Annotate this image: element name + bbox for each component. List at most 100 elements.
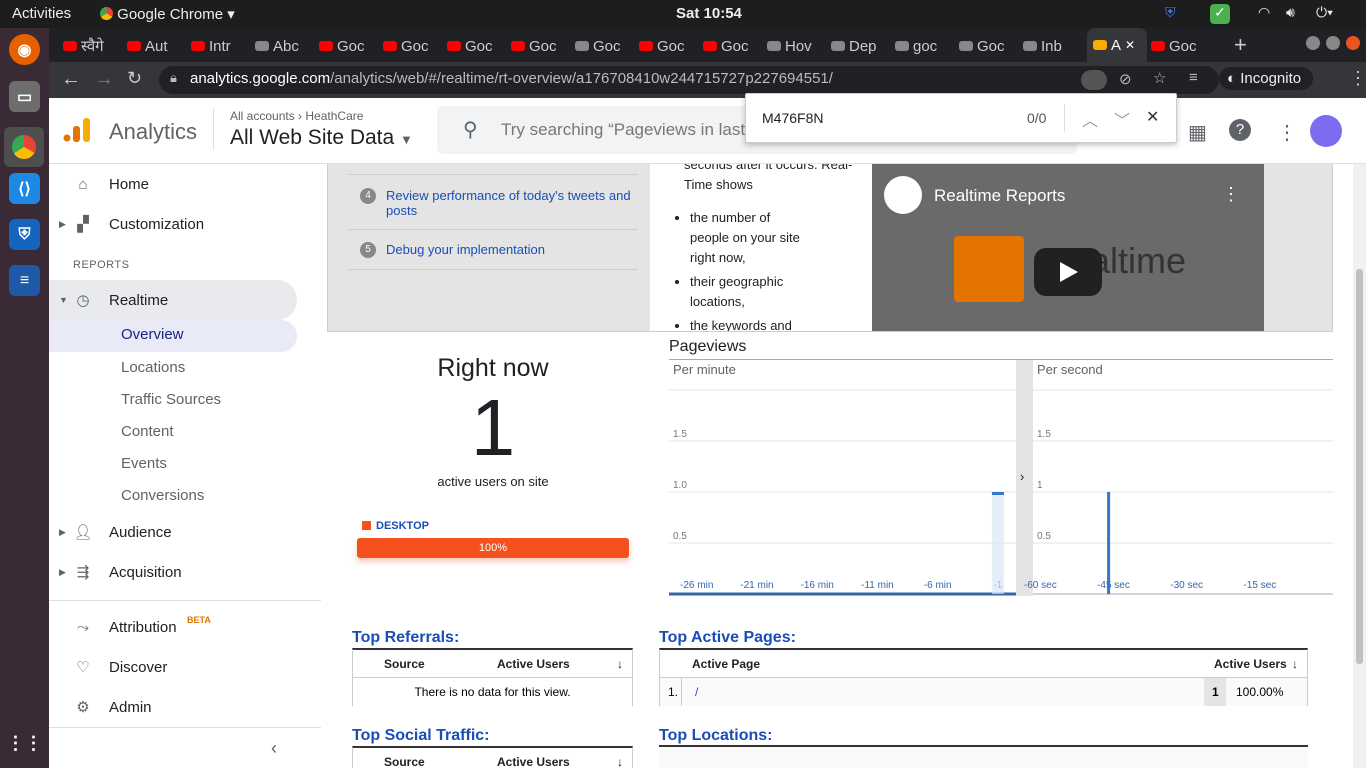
address-bar[interactable]: 🔒︎ analytics.google.com/analytics/web/#/… <box>159 66 1219 94</box>
back-icon[interactable]: ← <box>61 68 81 91</box>
sidebar-item-admin[interactable]: ⚙ Admin <box>49 687 297 727</box>
maximize-icon[interactable] <box>1326 36 1340 50</box>
menu-dots-icon[interactable]: ⋮ <box>1349 68 1366 89</box>
step-link[interactable]: Review performance of today's tweets and… <box>386 188 631 218</box>
sidebar-item-attribution[interactable]: ⤳ Attribution BETA <box>49 607 297 647</box>
browser-tab[interactable]: Inb <box>1023 34 1083 58</box>
writer-icon[interactable]: ≡ <box>9 265 40 296</box>
intro-step[interactable]: 5 Debug your implementation <box>348 242 638 270</box>
browser-tab[interactable]: Intr <box>191 34 251 58</box>
find-input[interactable]: M476F8N <box>762 110 823 126</box>
browser-tab[interactable]: A ✕ <box>1087 28 1147 62</box>
sidebar-item-home[interactable]: ⌂ Home <box>49 164 297 204</box>
sidebar-item-realtime[interactable]: ▼ ◷ Realtime <box>49 280 297 320</box>
clock[interactable]: Sat 10:54 <box>676 5 742 22</box>
browser-tab[interactable]: goc <box>895 34 955 58</box>
table-row[interactable]: 1. / 1 100.00% <box>660 678 1307 706</box>
breadcrumb-account[interactable]: HeathCare <box>305 109 363 123</box>
incognito-badge[interactable]: ◐ Incognito <box>1219 67 1314 90</box>
step-link[interactable]: Debug your implementation <box>386 242 545 257</box>
browser-tab[interactable]: Goc <box>703 34 763 58</box>
incognito-label: Incognito <box>1240 70 1302 87</box>
bookmark-star-icon[interactable]: ☆ <box>1153 69 1166 87</box>
reading-list-icon[interactable]: ≡ <box>1189 69 1198 86</box>
apps-grid-icon[interactable]: ▦ <box>1188 120 1207 145</box>
google-icon <box>831 41 845 51</box>
browser-tab[interactable]: Goc <box>575 34 635 58</box>
minimize-icon[interactable] <box>1306 36 1320 50</box>
find-close-icon[interactable]: ✕ <box>1146 107 1159 127</box>
sidebar-item-customization[interactable]: ▶ ▞ Customization <box>49 204 297 244</box>
power-menu-icon[interactable]: ⏻▾ <box>1316 4 1333 21</box>
col-source[interactable]: Source <box>384 657 425 671</box>
browser-tab[interactable]: Abc <box>255 34 315 58</box>
shield-icon[interactable]: ⛨ <box>1165 4 1176 21</box>
firefox-icon[interactable]: ◉ <box>9 34 40 65</box>
sidebar-subitem-overview[interactable]: Overview <box>49 320 297 352</box>
col-active-users[interactable]: Active Users <box>1214 657 1287 671</box>
video-player[interactable]: Realtime Reports ⋮ Realtime <box>872 164 1264 331</box>
bitwarden-icon[interactable]: ⛨ <box>9 219 40 250</box>
intro-step[interactable]: 4 Review performance of today's tweets a… <box>348 188 638 230</box>
row-page-link[interactable]: / <box>695 685 698 699</box>
browser-tab[interactable]: स्वैगे <box>63 34 123 58</box>
close-tab-icon[interactable]: ✕ <box>1125 38 1135 52</box>
browser-tab[interactable]: Goc <box>639 34 699 58</box>
browser-tab[interactable]: Goc <box>447 34 507 58</box>
find-next-icon[interactable]: ﹀ <box>1114 107 1130 131</box>
browser-tab[interactable]: Goc <box>1151 34 1211 58</box>
help-icon[interactable]: ? <box>1229 119 1251 141</box>
play-button[interactable] <box>1034 248 1102 296</box>
files-icon[interactable]: ▭ <box>9 81 40 112</box>
vscode-icon[interactable]: ⟨⟩ <box>9 173 40 204</box>
analytics-logo-icon[interactable] <box>63 116 91 144</box>
locations-map[interactable] <box>659 747 1308 768</box>
view-selector[interactable]: All Web Site Data ▼ <box>230 126 413 150</box>
browser-tab[interactable]: Goc <box>383 34 443 58</box>
sort-desc-icon[interactable]: ↓ <box>617 755 623 768</box>
avatar[interactable] <box>1310 115 1342 147</box>
sidebar-subitem-locations[interactable]: Locations <box>121 359 185 376</box>
find-icon[interactable] <box>1081 70 1107 90</box>
browser-tab[interactable]: Goc <box>959 34 1019 58</box>
video-title[interactable]: Realtime Reports <box>934 186 1065 206</box>
sidebar-item-audience[interactable]: ▶ 👤︎ Audience <box>49 512 297 552</box>
collapse-sidebar-icon[interactable]: ‹ <box>271 738 277 759</box>
sidebar-subitem-events[interactable]: Events <box>121 455 167 472</box>
browser-tab[interactable]: Dep <box>831 34 891 58</box>
col-active-users[interactable]: Active Users <box>497 657 570 671</box>
eye-off-icon[interactable]: ⊘ <box>1119 70 1132 88</box>
sort-desc-icon[interactable]: ↓ <box>617 657 623 671</box>
sidebar-item-discover[interactable]: ♡ Discover <box>49 647 297 687</box>
sidebar-subitem-conversions[interactable]: Conversions <box>121 487 204 504</box>
sidebar-subitem-content[interactable]: Content <box>121 423 174 440</box>
apps-grid-icon[interactable]: ⋮⋮ <box>7 728 43 759</box>
forward-icon[interactable]: → <box>94 68 114 91</box>
video-menu-icon[interactable]: ⋮ <box>1222 184 1240 205</box>
col-active-page[interactable]: Active Page <box>692 657 760 671</box>
activities-button[interactable]: Activities <box>12 5 71 22</box>
find-prev-icon[interactable]: ︿ <box>1082 107 1098 131</box>
col-active-users[interactable]: Active Users <box>497 755 570 768</box>
sidebar-subitem-traffic-sources[interactable]: Traffic Sources <box>121 391 221 408</box>
more-vert-icon[interactable]: ⋮ <box>1277 120 1297 145</box>
close-window-icon[interactable] <box>1346 36 1360 50</box>
col-source[interactable]: Source <box>384 755 425 768</box>
app-menu[interactable]: Google Chrome ▾ <box>100 5 235 23</box>
new-tab-icon[interactable]: + <box>1234 32 1247 58</box>
wifi-icon[interactable]: ◠ <box>1258 4 1270 21</box>
check-icon[interactable]: ✓ <box>1210 4 1230 24</box>
browser-tab[interactable]: Goc <box>319 34 379 58</box>
reload-icon[interactable]: ↻ <box>127 68 142 89</box>
browser-tab[interactable]: Goc <box>511 34 571 58</box>
sidebar-item-acquisition[interactable]: ▶ ⇶ Acquisition <box>49 552 297 592</box>
volume-icon[interactable]: 🔊︎ <box>1286 4 1295 21</box>
scrollbar-thumb[interactable] <box>1356 269 1363 664</box>
sort-desc-icon[interactable]: ↓ <box>1292 657 1298 671</box>
browser-tab[interactable]: Hov <box>767 34 827 58</box>
chrome-dock-icon[interactable] <box>4 127 44 167</box>
breadcrumb-all-accounts[interactable]: All accounts <box>230 109 295 123</box>
breadcrumb[interactable]: All accounts › HeathCare <box>230 109 363 123</box>
browser-tab[interactable]: Aut <box>127 34 187 58</box>
page-scrollbar[interactable] <box>1353 164 1366 768</box>
